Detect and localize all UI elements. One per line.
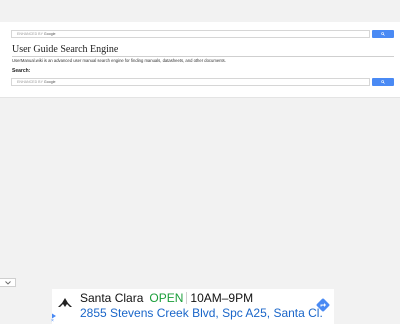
collapse-ad-tab[interactable]	[0, 278, 16, 287]
main-search-input[interactable]: ENHANCED BY Google	[11, 78, 370, 86]
ad-separator	[186, 292, 188, 304]
main-search-bar: ENHANCED BY Google	[11, 78, 394, 86]
ad-hours: 10AM–9PM	[190, 291, 254, 305]
top-search-bar: ENHANCED BY Google	[11, 30, 394, 38]
top-search-placeholder: ENHANCED BY Google	[17, 32, 56, 36]
top-search-button[interactable]	[372, 30, 394, 38]
ad-city: Santa Clara	[80, 291, 144, 305]
title-divider	[12, 56, 394, 57]
search-label: Search:	[12, 68, 31, 74]
search-icon	[381, 80, 385, 84]
brand-logo-icon	[58, 298, 72, 307]
ad-line-one: Santa Clara OPEN 10AM–9PM	[80, 291, 253, 305]
ad-open-status: OPEN	[149, 291, 184, 305]
page-description: UserManual.wiki is an advanced user manu…	[12, 58, 226, 63]
chevron-down-icon	[4, 280, 11, 285]
page-title: User Guide Search Engine	[12, 44, 119, 55]
main-search-placeholder: ENHANCED BY Google	[17, 80, 56, 84]
close-icon[interactable]: ×	[51, 319, 54, 324]
search-icon	[381, 32, 385, 36]
top-search-input[interactable]: ENHANCED BY Google	[11, 30, 370, 38]
search-panel: ENHANCED BY Google User Guide Search Eng…	[0, 22, 400, 98]
directions-icon[interactable]	[316, 298, 330, 312]
ad-banner[interactable]: Santa Clara OPEN 10AM–9PM 2855 Stevens Cre…	[52, 289, 334, 324]
ad-address[interactable]: 2855 Stevens Creek Blvd, Spc A25, Santa …	[80, 306, 323, 320]
main-search-button[interactable]	[372, 78, 394, 86]
